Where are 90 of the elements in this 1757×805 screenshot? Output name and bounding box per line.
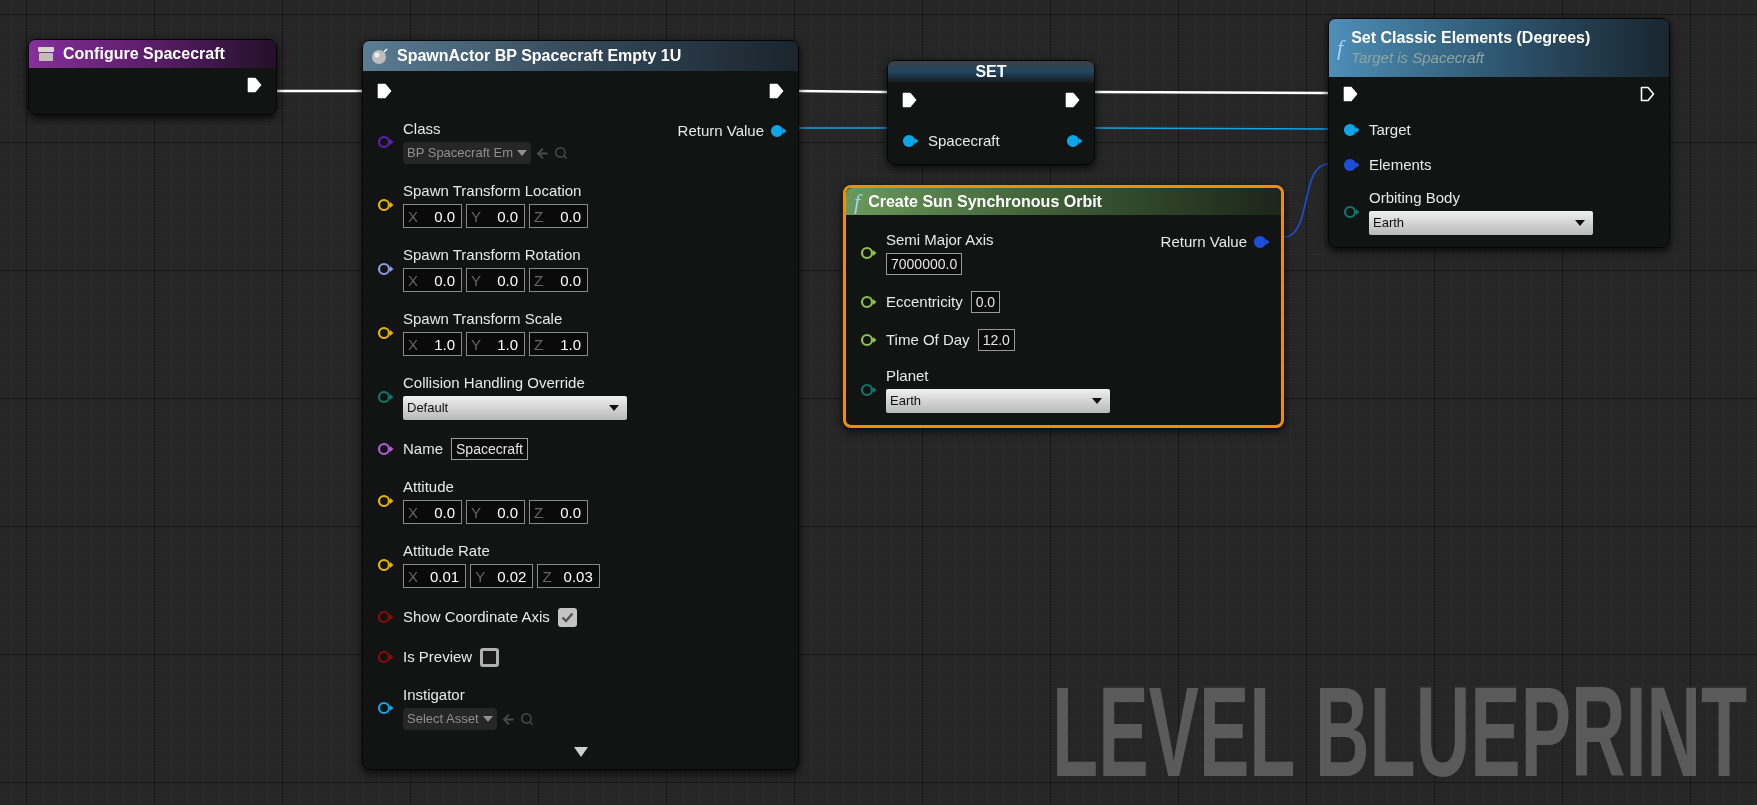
exec-pin-icon[interactable] <box>1640 86 1655 102</box>
input-field[interactable]: 12.0 <box>977 329 1015 351</box>
pin-label: Semi Major Axis <box>886 231 994 249</box>
blueprint-node[interactable]: f Set Classic Elements (Degrees) Target is Spacecraft Target Elements Orbiting Body Earth <box>1328 18 1670 248</box>
node-title: SET <box>975 62 1007 82</box>
number-field[interactable]: Z 0.0 <box>529 500 588 524</box>
exec-pin-icon[interactable] <box>1343 86 1358 102</box>
number-field[interactable]: Y 0.0 <box>466 500 525 524</box>
pin-label: Eccentricity <box>886 293 963 311</box>
node-title: SpawnActor BP Spacecraft Empty 1U <box>397 46 682 66</box>
pin-icon[interactable] <box>860 333 878 347</box>
number-field[interactable]: X 1.0 <box>403 332 462 356</box>
number-field[interactable]: Z 0.0 <box>529 204 588 228</box>
pin-icon[interactable] <box>770 124 788 138</box>
number-field[interactable]: Y 0.0 <box>466 268 525 292</box>
checkbox[interactable] <box>480 647 500 667</box>
pin-icon[interactable] <box>377 701 395 715</box>
pin-label: Is Preview <box>403 648 473 666</box>
pin-icon[interactable] <box>377 262 395 276</box>
number-field[interactable]: Y 0.02 <box>470 564 534 588</box>
input-field[interactable]: Spacecraft <box>451 438 528 460</box>
pin-icon[interactable] <box>860 295 878 309</box>
pin-label: Return Value <box>1160 233 1247 251</box>
number-field[interactable]: X 0.0 <box>403 268 462 292</box>
number-field[interactable]: Y 1.0 <box>466 332 525 356</box>
pin-label: Orbiting Body <box>1369 189 1460 207</box>
pin-label: Elements <box>1369 156 1432 174</box>
dropdown[interactable]: Default <box>403 396 627 420</box>
caret-icon <box>1575 220 1585 226</box>
dropdown[interactable]: Earth <box>886 389 1110 413</box>
caret-icon <box>609 405 619 411</box>
pin-label: Show Coordinate Axis <box>403 608 550 626</box>
caret-icon <box>482 716 493 722</box>
node-title: Configure Spacecraft <box>63 44 225 64</box>
pin-label: Target <box>1369 121 1411 139</box>
pin-label: Return Value <box>677 122 764 140</box>
number-field[interactable]: X 0.0 <box>403 204 462 228</box>
blueprint-node[interactable] <box>362 40 799 770</box>
blueprint-node[interactable]: SET Spacecraft <box>887 60 1095 165</box>
pin-label: Attitude <box>403 478 454 496</box>
blueprint-node[interactable]: f Create Sun Synchronous Orbit Semi Major Axis 7000000.0 Eccentricity 0.0 Time Of Day 12.0 Planet Earth Return Value <box>843 185 1284 428</box>
pin-label: Spawn Transform Rotation <box>403 246 581 264</box>
function-symbol: f <box>1337 37 1344 59</box>
pin-label: Spawn Transform Scale <box>403 310 563 328</box>
pin-label: Attitude Rate <box>403 542 490 560</box>
exec-pin-icon[interactable] <box>902 92 917 108</box>
pin-icon[interactable] <box>377 494 395 508</box>
number-field[interactable]: Z 0.0 <box>529 268 588 292</box>
box-icon <box>37 46 55 62</box>
number-field[interactable]: X 0.0 <box>403 500 462 524</box>
pin-label: Planet <box>886 367 929 385</box>
pin-label: Instigator <box>403 686 465 704</box>
pin-label: Time Of Day <box>886 331 970 349</box>
sphere-icon <box>371 47 389 65</box>
caret-icon <box>517 150 527 156</box>
pin-icon[interactable] <box>377 442 395 456</box>
exec-pin-icon[interactable] <box>247 77 262 93</box>
pin-icon[interactable] <box>1066 134 1084 148</box>
function-symbol: f <box>854 190 861 213</box>
dropdown[interactable]: Earth <box>1369 211 1593 235</box>
caret-icon <box>1092 398 1102 404</box>
pin-icon[interactable] <box>860 246 878 260</box>
blueprint-node[interactable]: Configure Spacecraft <box>28 39 277 115</box>
pin-label: Spawn Transform Location <box>403 182 582 200</box>
exec-pin-icon[interactable] <box>1065 92 1080 108</box>
pin-label: Spacecraft <box>928 132 1000 150</box>
exec-pin-icon[interactable] <box>377 83 392 99</box>
number-field[interactable]: Z 1.0 <box>529 332 588 356</box>
asset-picker[interactable]: BP Spacecraft Em <box>403 142 531 164</box>
number-field[interactable]: Y 0.0 <box>466 204 525 228</box>
checkbox[interactable] <box>557 607 577 627</box>
pin-label: Class <box>403 120 441 138</box>
input-field[interactable]: 7000000.0 <box>886 253 963 275</box>
pin-icon[interactable] <box>377 198 395 212</box>
pin-icon[interactable] <box>902 134 920 148</box>
pin-icon[interactable] <box>1343 123 1361 137</box>
expand-arrow-icon[interactable] <box>573 747 588 757</box>
exec-pin-icon[interactable] <box>769 83 784 99</box>
number-field[interactable]: X 0.01 <box>403 564 467 588</box>
node-title: Create Sun Synchronous Orbit <box>868 191 1102 212</box>
node-subtitle: Target is Spacecraft <box>1351 48 1486 68</box>
number-field[interactable]: Z 0.03 <box>537 564 600 588</box>
pin-icon[interactable] <box>377 558 395 572</box>
asset-picker[interactable]: Select Asset <box>403 708 497 730</box>
graph-type-label: LEVEL BLUEPRINT <box>1051 668 1747 796</box>
pin-label: Name <box>403 440 443 458</box>
pin-label: Collision Handling Override <box>403 374 585 392</box>
pin-icon[interactable] <box>377 326 395 340</box>
node-title: Set Classic Elements (Degrees) <box>1351 28 1591 48</box>
input-field[interactable]: 0.0 <box>970 291 1001 313</box>
